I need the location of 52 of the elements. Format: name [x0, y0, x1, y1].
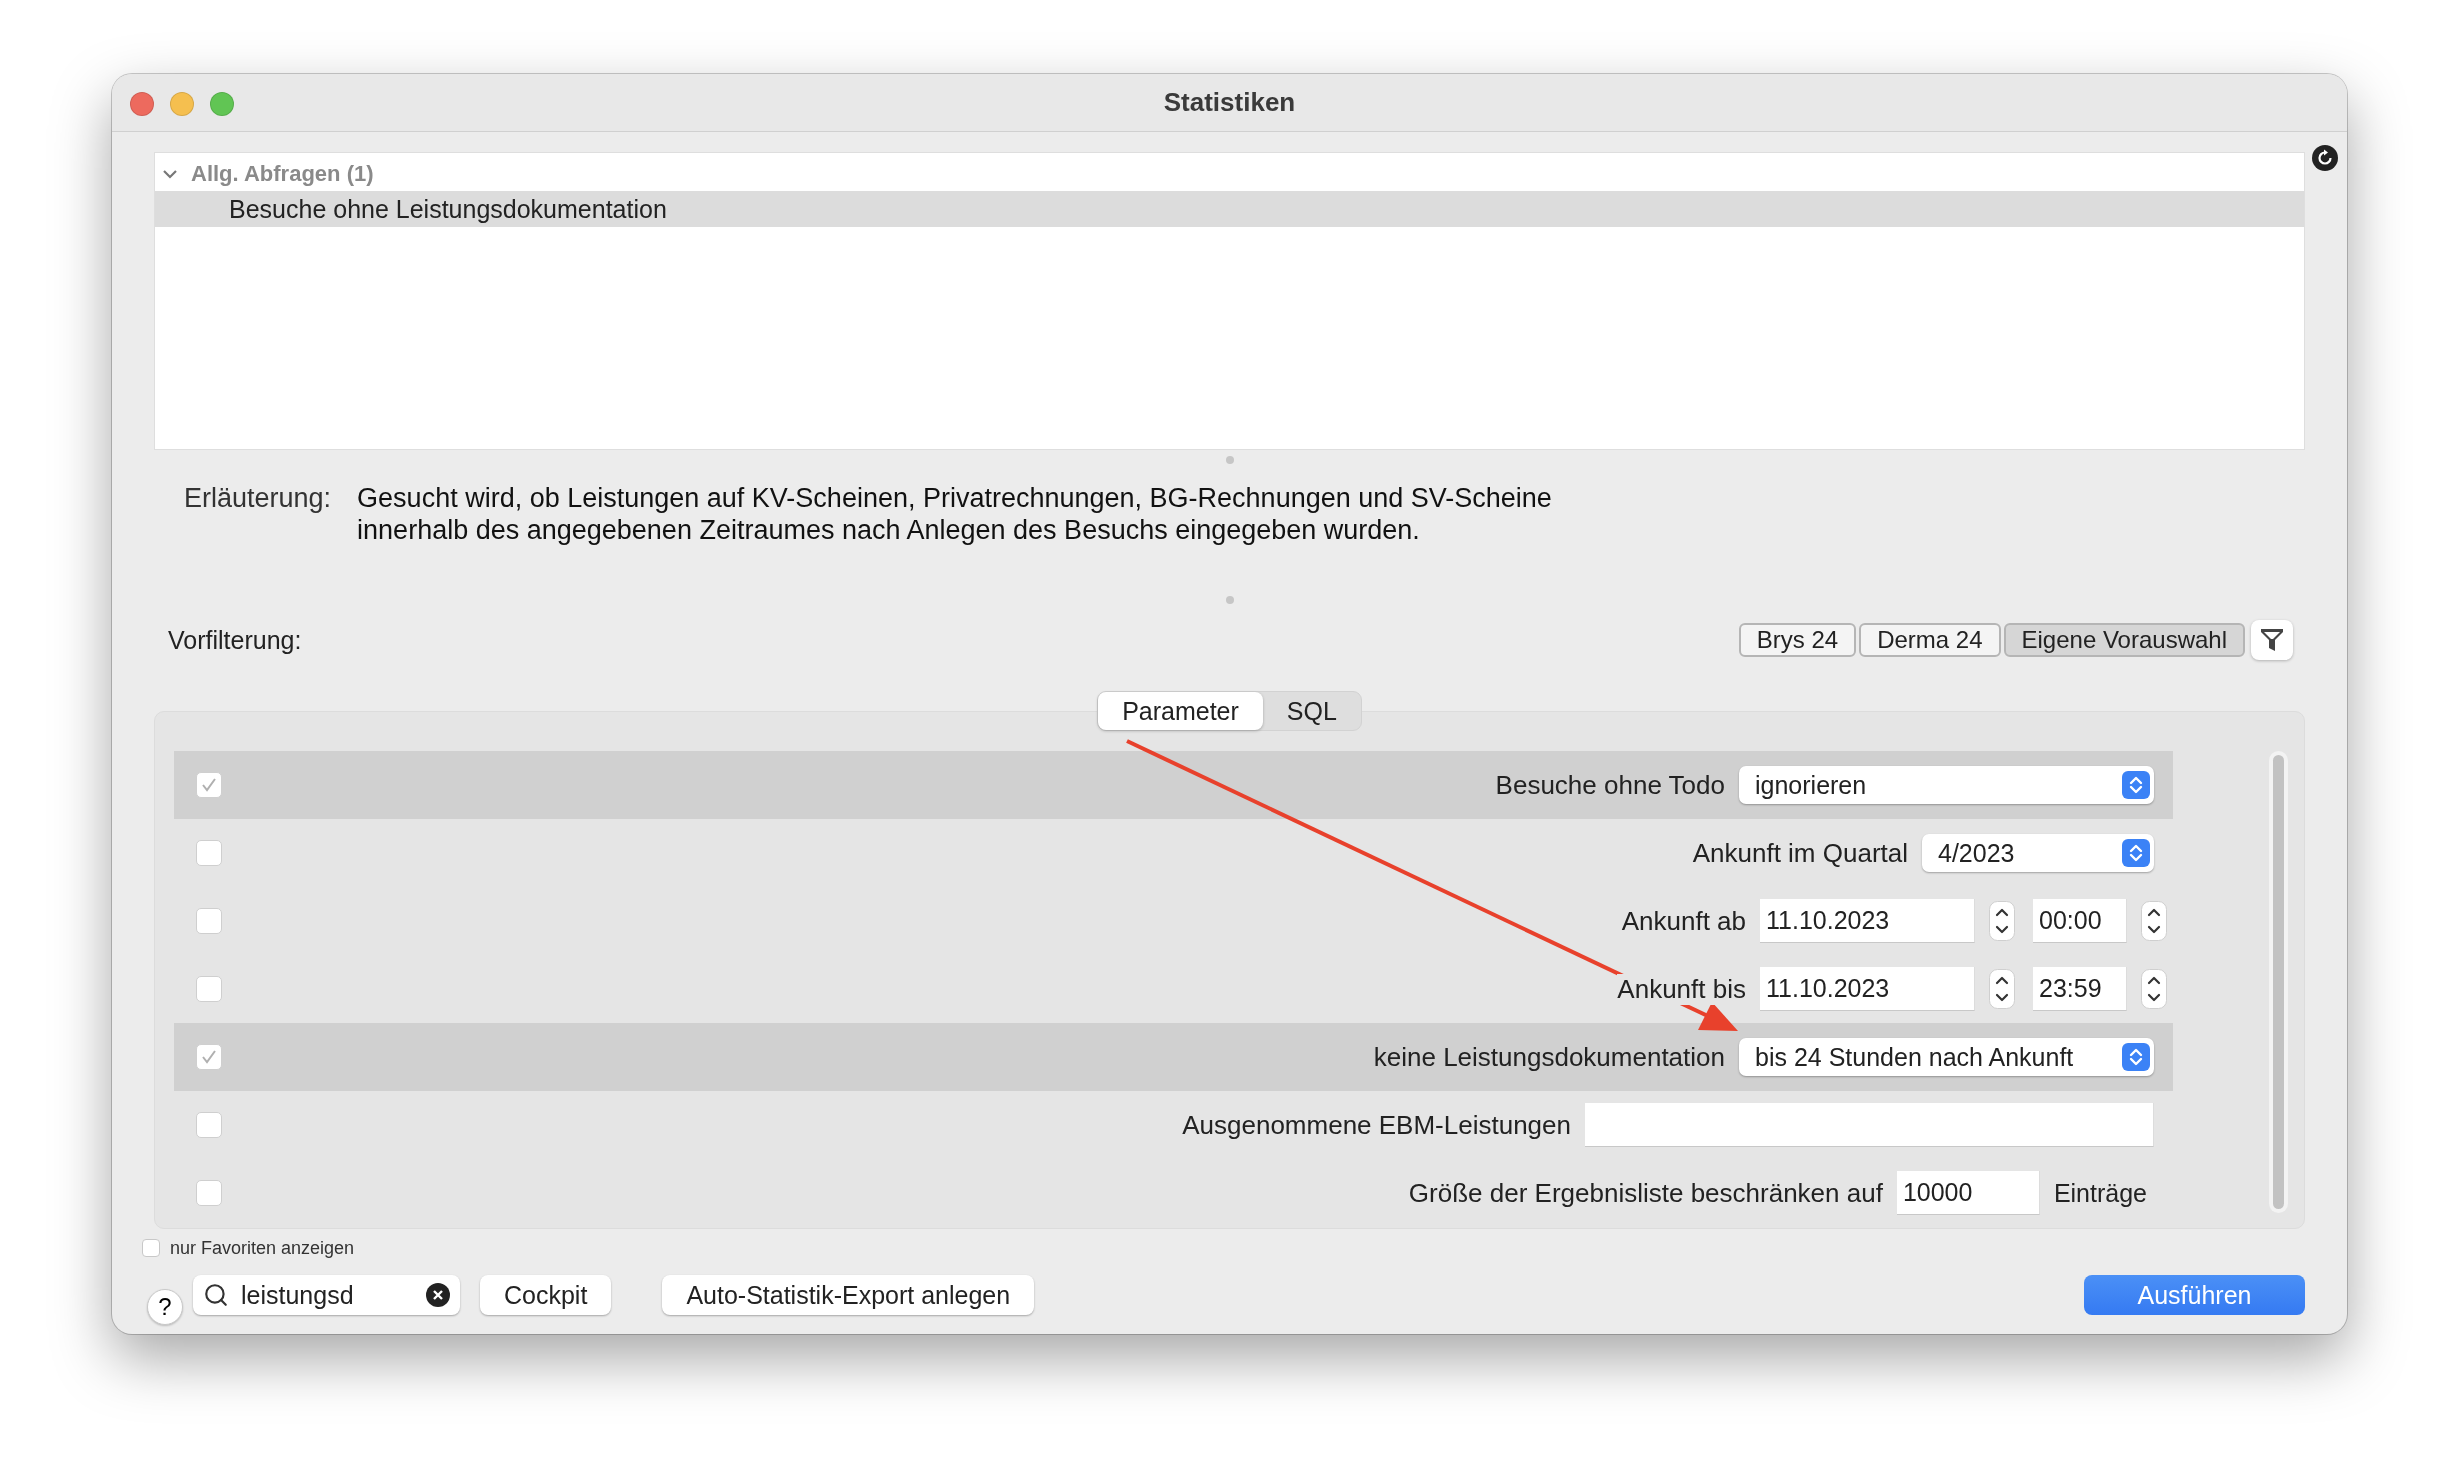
checkbox[interactable]: [196, 840, 222, 866]
checkbox[interactable]: [142, 1239, 160, 1257]
checkbox-label: nur Favoriten anzeigen: [170, 1237, 355, 1259]
select-field[interactable]: ignorieren: [1739, 766, 2154, 804]
clear-icon[interactable]: [426, 1283, 450, 1307]
filter-button[interactable]: [2251, 620, 2293, 660]
prefilter-button[interactable]: Brys 24: [1738, 623, 1857, 657]
splitter-handle[interactable]: [1225, 596, 1234, 604]
zoom-button[interactable]: [210, 92, 234, 116]
primary-button[interactable]: Ausführen: [2084, 1275, 2305, 1315]
prefilter-button[interactable]: Eigene Vorauswahl: [2003, 623, 2245, 657]
splitter-handle[interactable]: [1225, 456, 1234, 464]
suffix-label: Einträge: [2053, 1178, 2147, 1208]
checkbox[interactable]: [196, 1044, 222, 1070]
date-field[interactable]: 11.10.2023: [1760, 967, 1975, 1011]
search-field[interactable]: leistungsd: [193, 1275, 460, 1315]
checkbox[interactable]: [196, 908, 222, 934]
checkmark-icon: [200, 1048, 218, 1066]
checkbox[interactable]: [196, 1112, 222, 1138]
query-item[interactable]: Besuche ohne Leistungsdokumentation: [155, 191, 2304, 227]
help-button[interactable]: ?: [147, 1289, 183, 1325]
stepper[interactable]: [1989, 901, 2015, 941]
scrollbar[interactable]: [2269, 751, 2288, 1213]
close-button[interactable]: [130, 92, 154, 116]
stepper[interactable]: [1989, 969, 2015, 1009]
tab[interactable]: Parameter: [1098, 692, 1263, 730]
minimize-button[interactable]: [170, 92, 194, 116]
input-field[interactable]: [1585, 1103, 2154, 1147]
number-field[interactable]: 10000: [1896, 1171, 2040, 1215]
checkbox[interactable]: [196, 772, 222, 798]
button[interactable]: Cockpit: [480, 1275, 612, 1315]
tab[interactable]: SQL: [1262, 692, 1361, 730]
explanation-label: Erläuterung:: [184, 482, 332, 515]
stepper[interactable]: [2141, 969, 2167, 1009]
prefilter-label: Vorfilterung:: [168, 625, 303, 655]
time-field[interactable]: 00:00: [2033, 899, 2127, 943]
date-field[interactable]: 11.10.2023: [1760, 899, 1975, 943]
checkmark-icon: [200, 776, 218, 794]
window-title: Statistiken: [1162, 87, 1297, 118]
checkbox[interactable]: [196, 1180, 222, 1206]
select-field[interactable]: bis 24 Stunden nach Ankunft: [1739, 1038, 2154, 1076]
prefilter-button[interactable]: Derma 24: [1859, 623, 2001, 657]
filter-icon: [2260, 627, 2284, 653]
button[interactable]: Auto-Statistik-Export anlegen: [662, 1275, 1035, 1315]
refresh-icon[interactable]: [2311, 144, 2339, 172]
search-icon: [203, 1282, 229, 1308]
stepper[interactable]: [2141, 901, 2167, 941]
explanation-text: Gesucht wird, ob Leistungen auf KV-Scheinen, Privatrechnungen, BG-Rechnungen und SV-Scheine innerhalb des angegebenen Zeitraumes nach Anlegen des Besuchs eingegeben wurden.: [357, 482, 1552, 547]
parameter-label: Ankunft bis: [1617, 973, 1746, 1005]
time-field[interactable]: 23:59: [2033, 967, 2127, 1011]
checkbox[interactable]: [196, 976, 222, 1002]
select-field[interactable]: 4/2023: [1922, 834, 2154, 872]
